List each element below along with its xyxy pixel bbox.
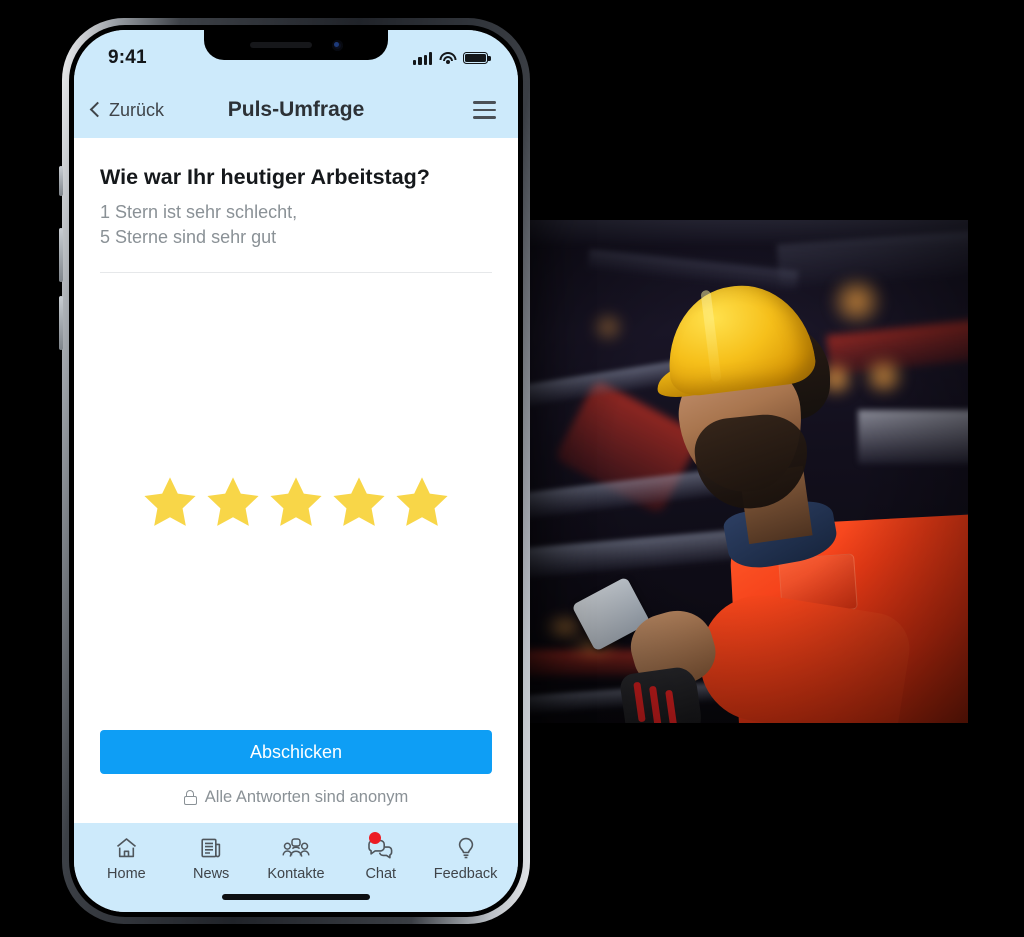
earpiece-speaker (249, 42, 312, 48)
tab-news[interactable]: News (175, 834, 247, 882)
star-icon-3[interactable] (270, 476, 322, 527)
anonymous-note: Alle Antworten sind anonym (100, 788, 492, 807)
back-button-label: Zurück (109, 99, 165, 120)
home-indicator-area (74, 882, 518, 912)
home-indicator[interactable] (222, 894, 370, 900)
page-title: Puls-Umfrage (227, 98, 365, 121)
tab-home[interactable]: Home (90, 834, 162, 882)
tab-chat[interactable]: Chat (345, 832, 417, 882)
tab-feedback-label: Feedback (433, 866, 498, 882)
home-icon (114, 834, 139, 861)
bottom-tab-bar: Home News Kontakte Chat Feedback (74, 823, 518, 882)
survey-question: Wie war Ihr heutiger Arbeitstag? (100, 165, 430, 189)
newspaper-icon (199, 834, 223, 861)
hamburger-menu-icon[interactable] (473, 101, 496, 119)
front-camera-icon (331, 39, 343, 51)
chat-bubbles-icon (367, 832, 394, 861)
rating-area (100, 273, 492, 730)
phone-mockup: 9:41 Zurück Puls-Umfrage Wie war Ihr heu… (59, 18, 530, 924)
star-icon-2[interactable] (207, 476, 259, 527)
tab-home-label: Home (107, 866, 146, 882)
star-icon-4[interactable] (333, 476, 385, 527)
tab-news-label: News (193, 866, 230, 882)
battery-full-icon (463, 51, 491, 65)
volume-down-button[interactable] (59, 296, 63, 350)
star-icon-1[interactable] (144, 476, 196, 527)
lock-icon (183, 790, 197, 805)
tab-kontakte-label: Kontakte (267, 866, 325, 882)
anonymous-note-label: Alle Antworten sind anonym (204, 788, 409, 806)
signal-bars-icon (413, 51, 432, 65)
photo-canvas (528, 220, 968, 723)
survey-hint-line-2: 5 Sterne sind sehr gut (100, 227, 277, 248)
worker-figure (528, 220, 968, 723)
survey-hint: 1 Stern ist sehr schlecht, 5 Sterne sind… (100, 200, 492, 251)
status-indicators (413, 51, 491, 65)
navigation-bar: Zurück Puls-Umfrage (74, 82, 518, 138)
survey-footer: Abschicken Alle Antworten sind anonym (100, 730, 492, 823)
people-group-icon (282, 834, 310, 861)
back-button[interactable]: Zurück (89, 99, 165, 121)
volume-up-button[interactable] (59, 228, 63, 282)
scene: 9:41 Zurück Puls-Umfrage Wie war Ihr heu… (0, 0, 1024, 937)
phone-screen: 9:41 Zurück Puls-Umfrage Wie war Ihr heu… (74, 30, 518, 912)
phone-notch (204, 30, 388, 60)
safety-helmet (660, 277, 818, 399)
mute-switch[interactable] (59, 166, 63, 196)
status-time: 9:41 (108, 47, 147, 68)
submit-button[interactable]: Abschicken (100, 730, 492, 774)
survey-hint-line-1: 1 Stern ist sehr schlecht, (100, 201, 298, 222)
wifi-icon (439, 51, 456, 65)
lightbulb-icon (455, 834, 477, 861)
star-icon-5[interactable] (396, 476, 448, 527)
tab-feedback[interactable]: Feedback (430, 834, 502, 882)
survey-content: Wie war Ihr heutiger Arbeitstag? 1 Stern… (74, 138, 518, 823)
phone-bezel: 9:41 Zurück Puls-Umfrage Wie war Ihr heu… (69, 25, 523, 917)
worker-photo (528, 220, 968, 723)
star-rating[interactable] (144, 476, 448, 527)
chevron-left-icon (89, 101, 106, 118)
tab-chat-label: Chat (365, 866, 397, 882)
tab-kontakte[interactable]: Kontakte (260, 834, 332, 882)
